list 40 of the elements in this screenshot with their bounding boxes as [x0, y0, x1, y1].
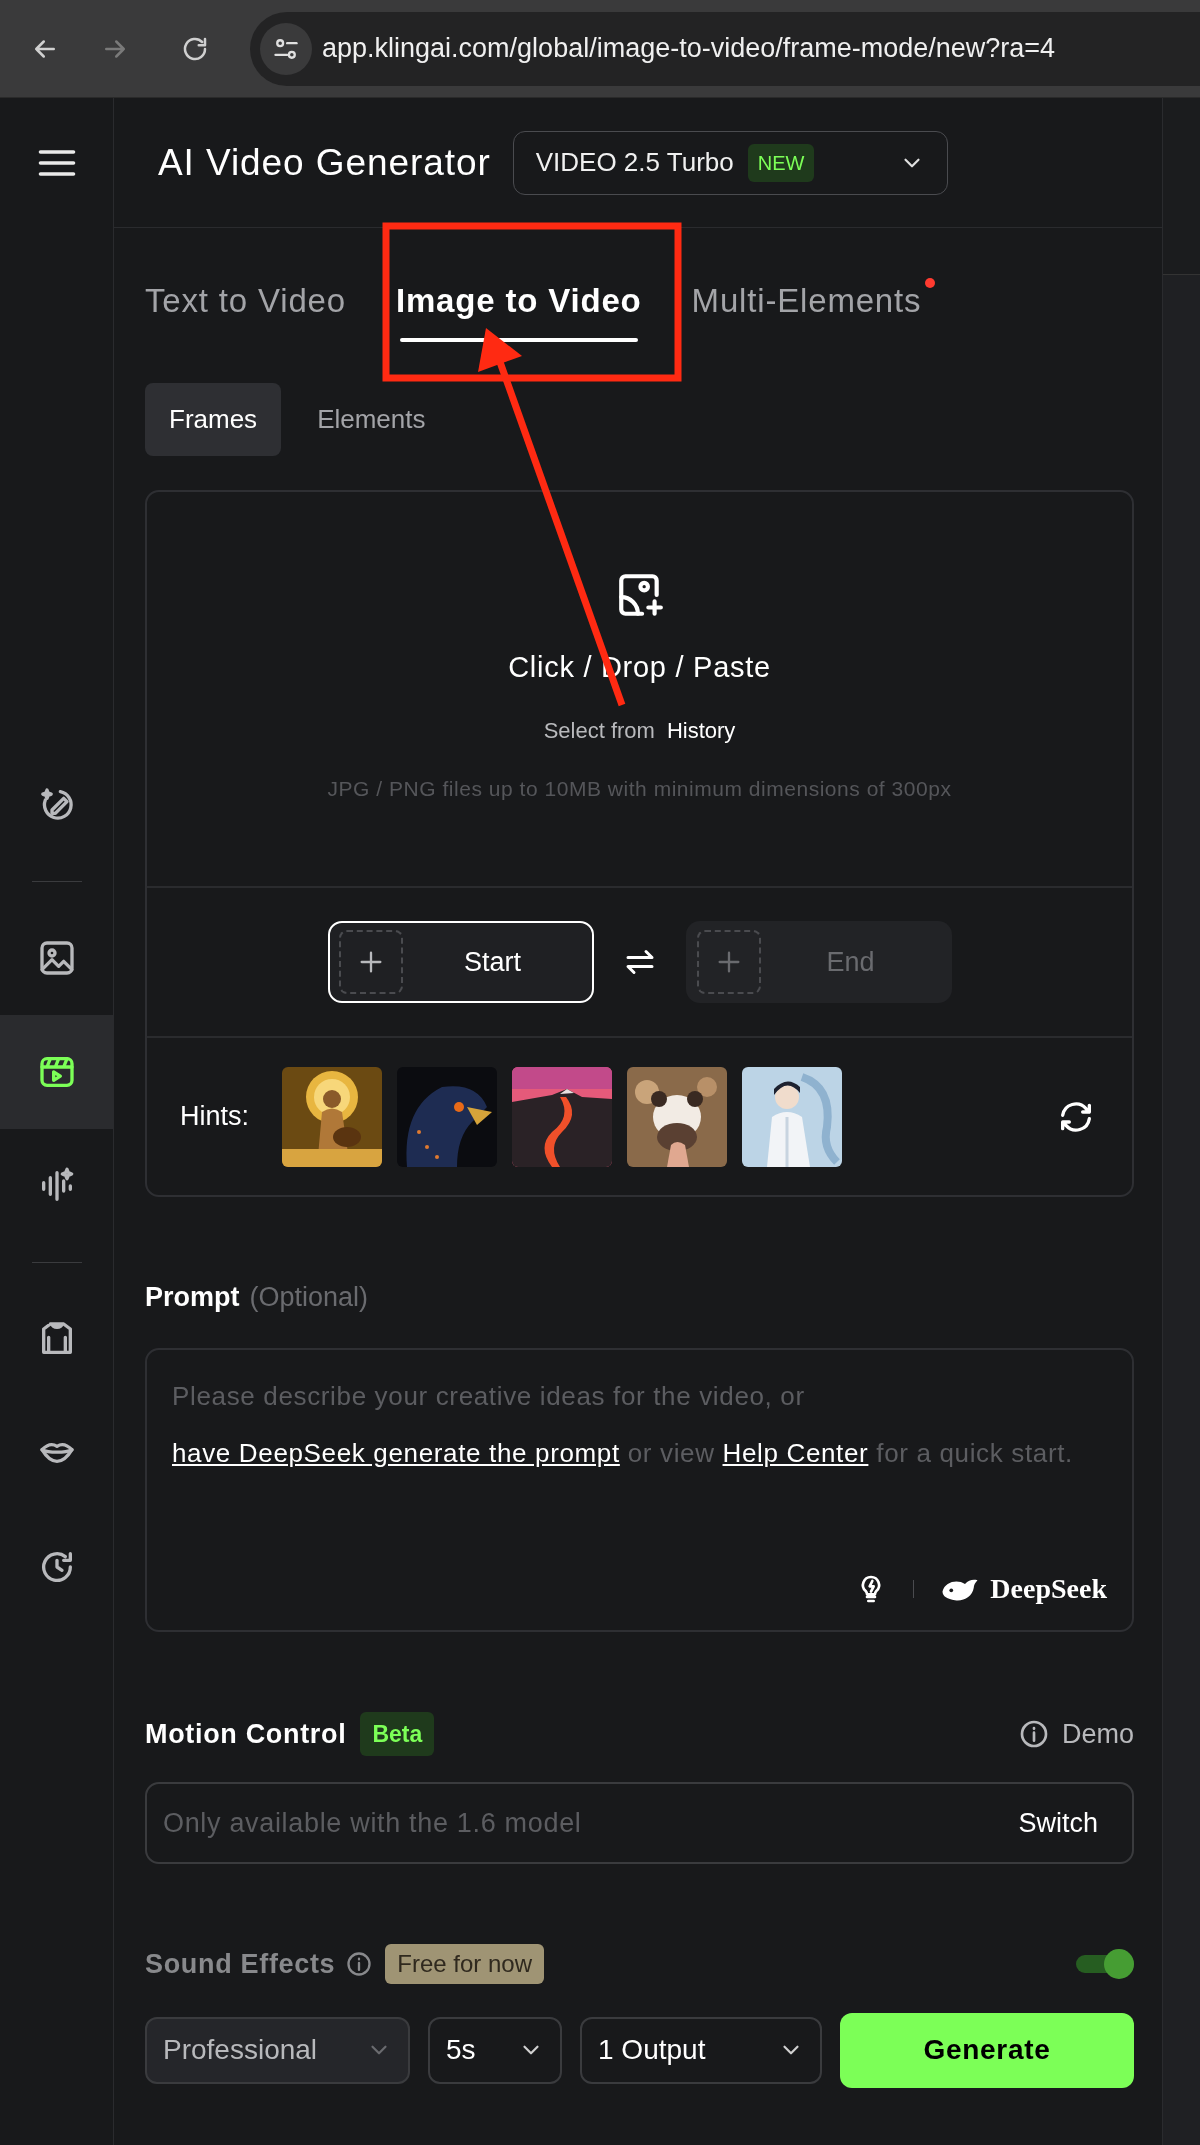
prompt-label: Prompt	[145, 1281, 240, 1314]
model-name: VIDEO 2.5 Turbo	[535, 146, 734, 179]
frame-label: End	[825, 945, 876, 979]
url-text: app.klingai.com/global/image-to-video/frame-mode/new?ra=4	[322, 32, 1056, 66]
history-link[interactable]: History	[666, 713, 736, 747]
frame-label: Start	[463, 945, 522, 979]
tab[interactable]: Multi-Elements	[691, 254, 922, 350]
sound-effects-toggle[interactable]	[1076, 1949, 1134, 1980]
mode-tab[interactable]: Elements	[293, 383, 450, 456]
mode-tab[interactable]: Frames	[145, 383, 282, 456]
address-bar[interactable]: app.klingai.com/global/image-to-video/frame-mode/new?ra=4	[250, 11, 1200, 86]
generate-button[interactable]: Generate	[840, 2012, 1134, 2088]
prompt-placeholder: Please describe your creative ideas for the video, or have DeepSeek generate the prompt or view Help Center for a quick start.	[172, 1379, 1074, 1470]
model-select[interactable]: VIDEO 2.5 Turbo NEW	[512, 130, 948, 195]
select-from-text: Select from	[543, 716, 655, 745]
prompt-link[interactable]: Help Center	[722, 1437, 869, 1468]
hints-label: Hints:	[180, 1100, 250, 1134]
sidebar-item[interactable]	[0, 1015, 113, 1129]
page-title: AI Video Generator	[158, 140, 491, 185]
duration-select[interactable]: 5s	[428, 2016, 562, 2084]
mode-select[interactable]: Professional	[145, 2016, 410, 2084]
deepseek-label: DeepSeek	[990, 1571, 1107, 1606]
new-badge: NEW	[747, 143, 815, 182]
optional-label: (Optional)	[249, 1281, 369, 1314]
motion-control-label: Motion Control	[145, 1717, 347, 1751]
sound-effects-label: Sound Effects	[145, 1948, 336, 1981]
switch-button[interactable]: Switch	[1000, 1802, 1116, 1844]
deepseek-button[interactable]: DeepSeek	[940, 1567, 1107, 1610]
beta-badge: Beta	[360, 1711, 435, 1756]
demo-link[interactable]: Demo	[1017, 1713, 1134, 1754]
output-select[interactable]: 1 Output	[580, 2016, 822, 2084]
tab[interactable]: Image to Video	[395, 254, 642, 350]
site-settings-button[interactable]	[260, 22, 312, 75]
file-requirements: JPG / PNG files up to 10MB with minimum dimensions of 300px	[327, 775, 952, 802]
prompt-link[interactable]: have DeepSeek generate the prompt	[172, 1437, 620, 1468]
free-badge: Free for now	[385, 1944, 544, 1985]
frame-button[interactable]: Start	[327, 921, 594, 1003]
prompt-field[interactable]: Please describe your creative ideas for the video, or have DeepSeek generate the prompt or view Help Center for a quick start. DeepSeek	[145, 1347, 1134, 1632]
info-icon	[345, 1950, 374, 1979]
tab[interactable]: Text to Video	[145, 254, 346, 350]
